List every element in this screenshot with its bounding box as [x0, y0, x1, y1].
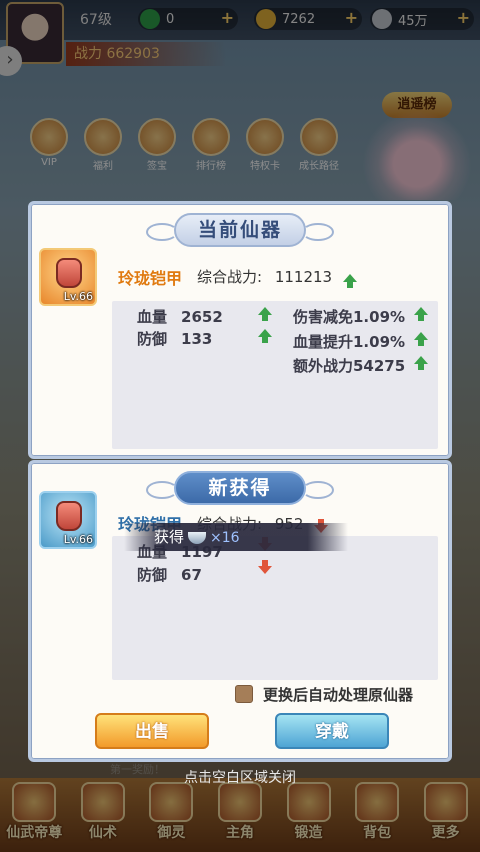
- new-item-panel: 新获得 Lv.66 玲珑铠甲 综合战力: 952 血量1197 防御67 更换后…: [28, 460, 452, 762]
- up-arrow-icon: [414, 332, 428, 346]
- stat-defense: 防御 67: [137, 564, 202, 585]
- current-item-title: 当前仙器: [146, 213, 334, 247]
- stat-defense: 防御 133: [137, 328, 212, 349]
- up-arrow-icon: [258, 329, 272, 343]
- stat-label: 防御: [137, 330, 168, 348]
- item-level: Lv.66: [63, 290, 93, 303]
- armor-icon: [56, 501, 82, 531]
- stat-value: 133: [181, 330, 213, 348]
- reward-toast: 获得 ×16: [124, 523, 348, 551]
- up-arrow-icon: [258, 307, 272, 321]
- current-item-panel: 当前仙器 Lv.66 玲珑铠甲 综合战力: 111213 血量 2652 防御 13…: [28, 201, 452, 459]
- new-item-icon[interactable]: Lv.66: [39, 491, 97, 549]
- current-item-icon[interactable]: Lv.66: [39, 248, 97, 306]
- stat-label: 防御: [137, 566, 168, 584]
- down-arrow-icon: [258, 560, 272, 574]
- stat-damage-reduction: 伤害减免1.09%: [293, 308, 406, 326]
- wear-button[interactable]: 穿戴: [275, 713, 389, 749]
- stat-hp: 血量 2652: [137, 306, 223, 327]
- auto-process-label: 更换后自动处理原仙器: [263, 686, 414, 704]
- toast-prefix: 获得: [154, 528, 185, 546]
- auto-process-checkbox[interactable]: [235, 685, 253, 703]
- close-hint: 点击空白区域关闭: [184, 770, 296, 786]
- stat-value: 67: [181, 566, 202, 584]
- item-level: Lv.66: [63, 533, 93, 546]
- combat-value: 111213: [274, 268, 333, 286]
- sell-button[interactable]: 出售: [95, 713, 209, 749]
- silver-bowl-icon: [188, 531, 207, 544]
- current-item-name: 玲珑铠甲: [118, 269, 183, 288]
- stat-value: 2652: [181, 308, 223, 326]
- up-arrow-icon: [414, 356, 428, 370]
- toast-count: ×16: [210, 530, 240, 546]
- armor-icon: [56, 258, 82, 288]
- up-arrow-icon: [414, 307, 428, 321]
- stat-label: 血量: [137, 308, 168, 326]
- current-combat-power: 综合战力: 111213: [197, 266, 357, 288]
- stat-extra-power: 额外战力54275: [293, 357, 406, 375]
- new-item-title: 新获得: [146, 471, 334, 505]
- stat-hp-boost: 血量提升1.09%: [293, 333, 406, 351]
- combat-label: 综合战力:: [197, 268, 263, 286]
- up-arrow-icon: [342, 273, 357, 288]
